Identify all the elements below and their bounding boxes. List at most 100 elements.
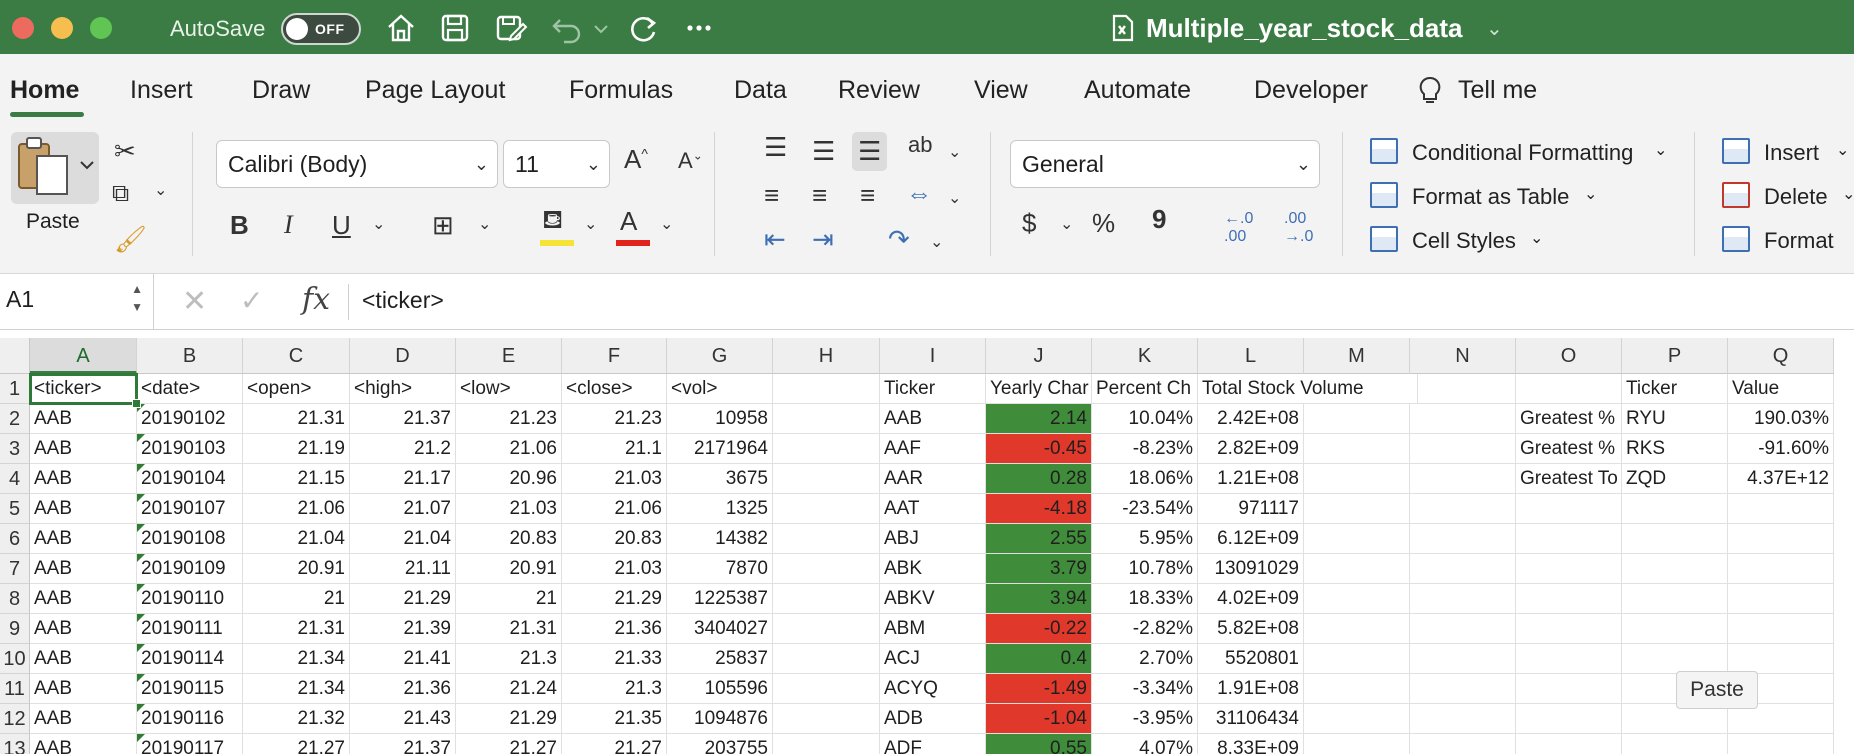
cell-h10[interactable] — [773, 644, 880, 674]
cell-o7[interactable] — [1516, 554, 1622, 584]
cell-m10[interactable] — [1304, 644, 1410, 674]
cell-l2[interactable]: 2.42E+08 — [1198, 404, 1304, 434]
cell-styles-icon[interactable] — [1370, 226, 1398, 252]
conditional-formatting-icon[interactable] — [1370, 138, 1398, 164]
wrap-dropdown-icon[interactable]: ⌄ — [930, 232, 943, 252]
cell-l12[interactable]: 31106434 — [1198, 704, 1304, 734]
cell-m7[interactable] — [1304, 554, 1410, 584]
tab-view[interactable]: View — [974, 76, 1028, 105]
cut-icon[interactable]: ✂ — [114, 136, 136, 167]
cell-n13[interactable] — [1410, 734, 1516, 754]
column-header-a[interactable]: A — [30, 338, 137, 374]
cell-o10[interactable] — [1516, 644, 1622, 674]
cell-b8[interactable]: 20190110 — [137, 584, 243, 614]
cell-a5[interactable]: AAB — [30, 494, 137, 524]
select-all-corner[interactable] — [0, 338, 30, 374]
row-header-9[interactable]: 9 — [0, 614, 30, 644]
column-header-i[interactable]: I — [880, 338, 986, 374]
cell-q7[interactable] — [1728, 554, 1834, 584]
align-center-icon[interactable]: ≡ — [812, 180, 827, 211]
save-as-icon[interactable] — [494, 12, 528, 44]
decrease-font-size-icon[interactable]: A⌄ — [678, 148, 703, 174]
cell-h5[interactable] — [773, 494, 880, 524]
wrap-text-icon[interactable]: ↷ — [888, 224, 910, 255]
cell-i6[interactable]: ABJ — [880, 524, 986, 554]
decrease-decimal-icon[interactable]: .00 →.0 — [1284, 210, 1313, 246]
tab-home[interactable]: Home — [10, 76, 79, 105]
cell-d4[interactable]: 21.17 — [350, 464, 456, 494]
column-header-j[interactable]: J — [986, 338, 1092, 374]
cell-j4[interactable]: 0.28 — [986, 464, 1092, 494]
currency-icon[interactable]: $ — [1022, 208, 1036, 239]
cell-p7[interactable] — [1622, 554, 1728, 584]
cell-d10[interactable]: 21.41 — [350, 644, 456, 674]
cell-o5[interactable] — [1516, 494, 1622, 524]
cell-h11[interactable] — [773, 674, 880, 704]
column-header-n[interactable]: N — [1410, 338, 1516, 374]
name-box[interactable]: A1 ▲ ▼ — [0, 274, 154, 330]
merge-dropdown-icon[interactable]: ⌄ — [948, 188, 961, 208]
conditional-formatting-button[interactable]: Conditional Formatting — [1412, 140, 1633, 166]
row-header-5[interactable]: 5 — [0, 494, 30, 524]
cell-i3[interactable]: AAF — [880, 434, 986, 464]
cell-k13[interactable]: 4.07% — [1092, 734, 1198, 754]
copy-icon[interactable]: ⧉ — [112, 180, 129, 208]
cell-i5[interactable]: AAT — [880, 494, 986, 524]
insert-cells-icon[interactable] — [1722, 138, 1750, 164]
tab-data[interactable]: Data — [734, 76, 787, 105]
tab-formulas[interactable]: Formulas — [569, 76, 673, 105]
cell-d12[interactable]: 21.43 — [350, 704, 456, 734]
cell-g4[interactable]: 3675 — [667, 464, 773, 494]
cell-o2[interactable]: Greatest % — [1516, 404, 1622, 434]
format-cells-button[interactable]: Format — [1764, 228, 1834, 254]
cell-i11[interactable]: ACYQ — [880, 674, 986, 704]
merge-center-icon[interactable]: ⇔ — [906, 178, 932, 209]
cell-c5[interactable]: 21.06 — [243, 494, 350, 524]
cell-h6[interactable] — [773, 524, 880, 554]
row-header-10[interactable]: 10 — [0, 644, 30, 674]
cell-l4[interactable]: 1.21E+08 — [1198, 464, 1304, 494]
chevron-down-icon[interactable]: ⌄ — [1654, 140, 1667, 160]
italic-icon[interactable]: I — [284, 210, 293, 240]
more-icon[interactable] — [682, 12, 716, 44]
name-box-stepper-icon[interactable]: ▲ ▼ — [131, 280, 143, 316]
cell-o8[interactable] — [1516, 584, 1622, 614]
cell-o9[interactable] — [1516, 614, 1622, 644]
insert-cells-button[interactable]: Insert — [1764, 140, 1819, 166]
column-header-f[interactable]: F — [562, 338, 667, 374]
cell-o6[interactable] — [1516, 524, 1622, 554]
cell-n4[interactable] — [1410, 464, 1516, 494]
cell-h8[interactable] — [773, 584, 880, 614]
cell-i4[interactable]: AAR — [880, 464, 986, 494]
cell-h3[interactable] — [773, 434, 880, 464]
cell-f5[interactable]: 21.06 — [562, 494, 667, 524]
column-header-l[interactable]: L — [1198, 338, 1304, 374]
cell-p2[interactable]: RYU — [1622, 404, 1728, 434]
cell-k4[interactable]: 18.06% — [1092, 464, 1198, 494]
format-painter-icon[interactable]: 🖌 — [114, 224, 147, 255]
cell-g8[interactable]: 1225387 — [667, 584, 773, 614]
save-icon[interactable] — [438, 12, 472, 44]
currency-dropdown-icon[interactable]: ⌄ — [1060, 214, 1073, 234]
cell-i9[interactable]: ABM — [880, 614, 986, 644]
decrease-indent-icon[interactable]: ⇤ — [764, 224, 786, 255]
cell-b4[interactable]: 20190104 — [137, 464, 243, 494]
cell-g7[interactable]: 7870 — [667, 554, 773, 584]
borders-icon[interactable]: ⊞ — [432, 210, 454, 241]
row-header-1[interactable]: 1 — [0, 374, 30, 404]
cell-p4[interactable]: ZQD — [1622, 464, 1728, 494]
cell-g6[interactable]: 14382 — [667, 524, 773, 554]
cell-b3[interactable]: 20190103 — [137, 434, 243, 464]
cell-f8[interactable]: 21.29 — [562, 584, 667, 614]
align-bottom-icon[interactable]: ☰ — [852, 132, 888, 171]
row-header-2[interactable]: 2 — [0, 404, 30, 434]
cell-a3[interactable]: AAB — [30, 434, 137, 464]
cell-m11[interactable] — [1304, 674, 1410, 704]
cell-d9[interactable]: 21.39 — [350, 614, 456, 644]
cell-k12[interactable]: -3.95% — [1092, 704, 1198, 734]
cell-d11[interactable]: 21.36 — [350, 674, 456, 704]
cell-i7[interactable]: ABK — [880, 554, 986, 584]
cell-a4[interactable]: AAB — [30, 464, 137, 494]
cell-c6[interactable]: 21.04 — [243, 524, 350, 554]
cell-d1[interactable]: <high> — [350, 374, 456, 404]
